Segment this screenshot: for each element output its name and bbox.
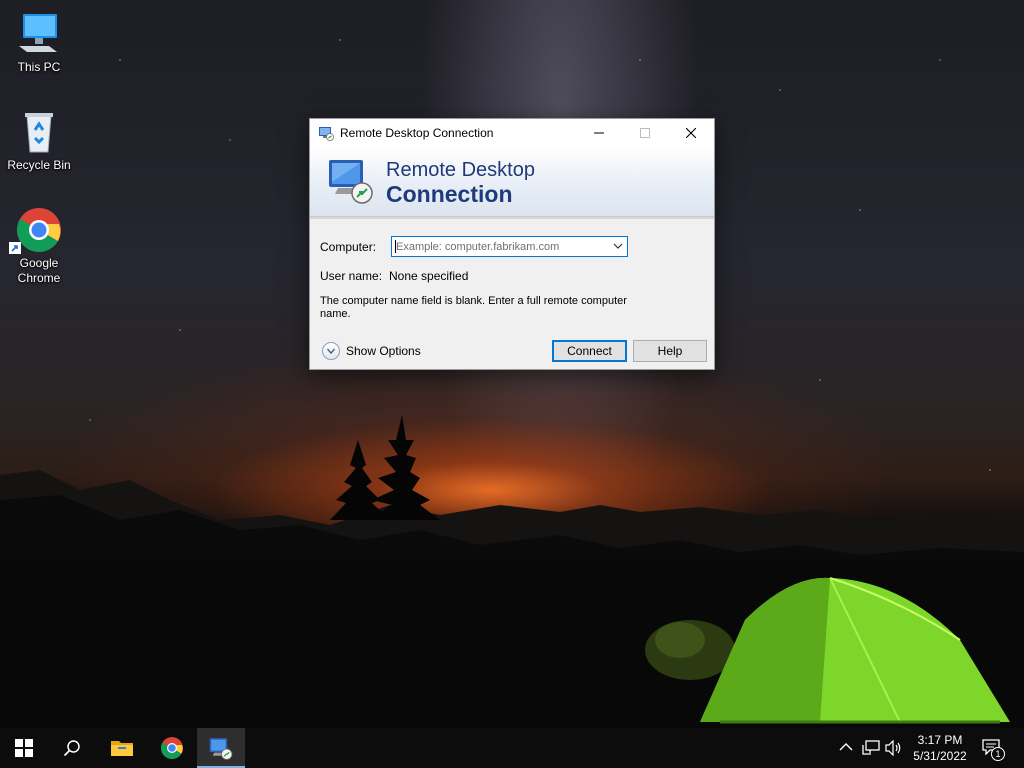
search-icon <box>63 740 80 757</box>
maximize-button[interactable] <box>622 119 668 147</box>
text-caret <box>395 240 396 253</box>
dialog-banner: Remote Desktop Connection <box>310 147 714 217</box>
remote-desktop-taskbar-button[interactable] <box>197 728 245 768</box>
close-button[interactable] <box>668 119 714 147</box>
recycle-bin-icon <box>15 108 63 156</box>
maximize-icon <box>640 128 650 138</box>
banner-title-line1: Remote Desktop <box>386 159 535 181</box>
shortcut-arrow-icon <box>9 242 21 254</box>
action-center-button[interactable]: 1 <box>982 739 1005 761</box>
computer-input[interactable] <box>392 237 606 256</box>
username-value: None specified <box>389 269 469 283</box>
clock-date: 5/31/2022 <box>913 749 967 763</box>
help-button[interactable]: Help <box>633 340 707 362</box>
banner-title-line2: Connection <box>386 181 513 207</box>
search-button[interactable] <box>48 728 96 768</box>
close-icon <box>686 128 696 138</box>
volume-icon[interactable] <box>885 740 903 756</box>
show-options-label: Show Options <box>346 344 421 358</box>
chrome-icon <box>9 206 63 254</box>
chrome-taskbar-button[interactable] <box>148 728 196 768</box>
desktop: This PC Recycle Bin Google Chrome Remote… <box>0 0 1024 768</box>
chevron-up-icon[interactable] <box>839 742 853 752</box>
desktop-icon-label: This PC <box>17 60 61 74</box>
desktop-icon-google-chrome[interactable]: Google Chrome <box>1 206 77 286</box>
chevron-down-icon[interactable] <box>613 242 623 250</box>
folder-icon <box>111 741 133 756</box>
this-pc-icon <box>15 10 63 58</box>
clock-time: 3:17 PM <box>917 733 963 747</box>
minimize-icon <box>594 132 604 134</box>
file-explorer-button[interactable] <box>98 728 146 768</box>
notification-count-badge: 1 <box>991 747 1005 761</box>
chrome-icon <box>161 737 183 759</box>
computer-label: Computer: <box>320 240 377 254</box>
desktop-icon-this-pc[interactable]: This PC <box>1 10 77 75</box>
dialog-title: Remote Desktop Connection <box>340 126 494 140</box>
network-icon[interactable] <box>862 740 880 756</box>
wallpaper-landscape <box>0 415 1024 768</box>
desktop-icon-label: Google Chrome <box>17 256 61 285</box>
desktop-icon-label: Recycle Bin <box>7 158 71 172</box>
validation-message: The computer name field is blank. Enter … <box>320 295 627 320</box>
dialog-titlebar[interactable]: Remote Desktop Connection <box>310 119 714 147</box>
username-label: User name: <box>320 269 383 283</box>
connect-button[interactable]: Connect <box>552 340 627 362</box>
chevron-down-circle-icon <box>322 342 340 360</box>
remote-desktop-icon <box>319 127 334 141</box>
minimize-button[interactable] <box>576 119 622 147</box>
remote-desktop-banner-icon <box>329 160 373 204</box>
desktop-icon-recycle-bin[interactable]: Recycle Bin <box>1 108 77 173</box>
remote-desktop-icon <box>209 738 233 760</box>
show-options-toggle[interactable]: Show Options <box>322 342 421 360</box>
windows-logo-icon <box>15 739 33 757</box>
remote-desktop-dialog: Remote Desktop Connection Remote Desktop… <box>309 118 715 370</box>
computer-combobox[interactable] <box>391 236 628 257</box>
banner-divider <box>310 217 714 219</box>
taskbar: 3:17 PM 5/31/2022 1 <box>0 728 1024 768</box>
start-button[interactable] <box>0 728 48 768</box>
taskbar-clock[interactable]: 3:17 PM 5/31/2022 <box>906 732 974 764</box>
